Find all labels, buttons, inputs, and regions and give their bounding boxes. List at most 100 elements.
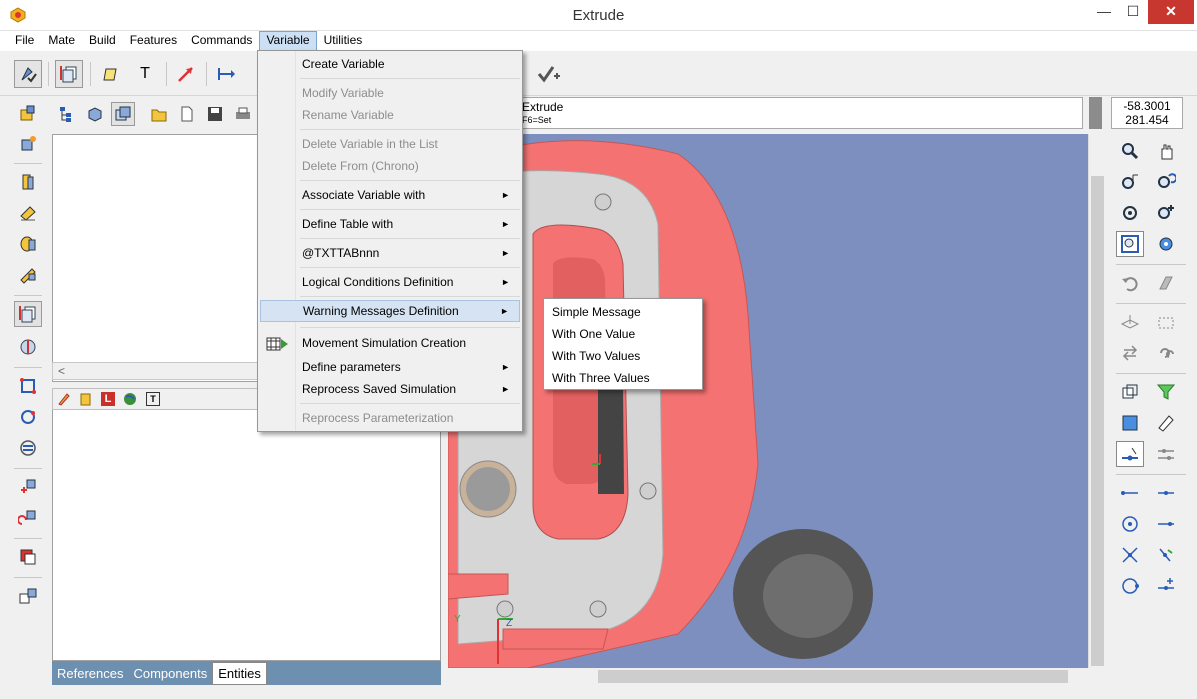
polyline-icon[interactable] [96,60,124,88]
point-select-icon[interactable] [1116,441,1144,467]
properties-panel[interactable] [52,410,441,661]
insert-part-icon[interactable] [14,131,42,157]
submenu-item-one-value[interactable]: With One Value [552,323,700,345]
zoom-previous-icon[interactable] [1152,169,1180,195]
tree-view-icon[interactable] [55,102,79,126]
menu-variable[interactable]: Variable [259,31,317,51]
part-view-icon[interactable] [83,102,107,126]
assembly-icon[interactable] [14,583,42,609]
submenu-item-three-values[interactable]: With Three Values [552,367,700,389]
globe-icon[interactable] [123,392,137,406]
snap-add-point-icon[interactable] [1152,573,1180,599]
equal-constraint-icon[interactable] [14,435,42,461]
rotate-view-icon[interactable] [1116,200,1144,226]
sketch-plane-icon[interactable] [55,60,83,88]
new-document-icon[interactable] [175,102,199,126]
menu-item-logical-conditions[interactable]: Logical Conditions Definition ► [260,271,520,293]
menu-mate[interactable]: Mate [41,31,82,51]
menu-build[interactable]: Build [82,31,123,51]
dimension-arrow-icon[interactable] [212,60,240,88]
tab-entities[interactable]: Entities [212,661,267,685]
validate-add-icon[interactable] [535,60,563,88]
zoom-in-icon[interactable] [1152,200,1180,226]
menu-item-reprocess-simulation[interactable]: Reprocess Saved Simulation ► [260,378,520,400]
boolean-icon[interactable] [14,544,42,570]
snap-midpoint-icon[interactable] [1152,480,1180,506]
submenu-item-simple-message[interactable]: Simple Message [552,301,700,323]
menu-commands[interactable]: Commands [184,31,259,51]
menu-item-txttab[interactable]: @TXTTABnnn ► [260,242,520,264]
3d-viewport[interactable]: Y Z [448,134,1088,668]
menu-item-define-parameters[interactable]: Define parameters ► [260,356,520,378]
layer-l-icon[interactable]: L [101,392,115,406]
revolve-icon[interactable] [14,231,42,257]
filter-icon[interactable] [1152,379,1180,405]
snap-tangent-icon[interactable] [1116,573,1144,599]
undo-view-icon[interactable] [1116,270,1144,296]
maximize-button[interactable]: ☐ [1119,0,1147,24]
new-part-icon[interactable] [14,100,42,126]
sketch-plane-left-icon[interactable] [14,301,42,327]
pencil-erase-icon[interactable] [1152,410,1180,436]
sweep-icon[interactable] [14,262,42,288]
tab-components[interactable]: Components [128,663,212,684]
model-render: Y Z [448,140,873,668]
pan-hand-icon[interactable] [1152,138,1180,164]
viewport-vertical-scrollbar[interactable] [1088,134,1105,668]
snap-intersection-icon[interactable] [1116,542,1144,568]
model-tree-panel[interactable] [52,134,258,382]
bounding-box-icon[interactable] [1152,309,1180,335]
snap-center-icon[interactable] [1116,511,1144,537]
extrude-icon[interactable] [14,169,42,195]
tab-references[interactable]: References [52,663,128,684]
zoom-window-icon[interactable] [1116,138,1144,164]
command-prompt: Extrude F6=Set [515,97,1083,129]
constraint-icon[interactable] [14,373,42,399]
submenu-item-two-values[interactable]: With Two Values [552,345,700,367]
minimize-button[interactable]: — [1090,0,1118,24]
work-plane-icon[interactable] [1116,309,1144,335]
menu-file[interactable]: File [8,31,41,51]
display-mode-icon[interactable] [1116,379,1144,405]
snap-endpoint-icon[interactable] [1116,480,1144,506]
menu-item-associate-variable[interactable]: Associate Variable with ► [260,184,520,206]
menu-item-warning-messages[interactable]: Warning Messages Definition ► [260,300,520,322]
menu-item-create-variable[interactable]: Create Variable [260,53,520,75]
menu-item-movement-simulation[interactable]: Movement Simulation Creation [260,332,520,354]
folder-small-icon[interactable] [79,392,93,406]
text-box-icon[interactable]: T [146,392,160,406]
select-tool-icon[interactable] [14,60,42,88]
submenu-arrow-icon: ► [501,190,510,200]
snap-perpendicular-icon[interactable] [1152,542,1180,568]
close-button[interactable]: ✕ [1148,0,1194,24]
snap-settings-icon[interactable] [1152,441,1180,467]
prompt-command: Extrude [522,100,564,114]
view-settings-icon[interactable] [1152,231,1180,257]
rotate-constraint-icon[interactable] [14,404,42,430]
tree-horizontal-scrollbar[interactable]: < [52,362,258,380]
scroll-left-arrow-icon[interactable]: < [58,364,65,378]
snap-nearest-icon[interactable] [1152,511,1180,537]
arrow-tool-icon[interactable] [172,60,200,88]
viewport-horizontal-scrollbar[interactable] [448,668,1088,685]
edit-pencil-icon[interactable] [57,392,71,406]
shade-mode-icon[interactable] [1116,410,1144,436]
save-icon[interactable] [203,102,227,126]
zoom-select-icon[interactable] [1116,169,1144,195]
hole-icon[interactable] [14,334,42,360]
open-folder-icon[interactable] [147,102,171,126]
redo-undo-icon[interactable] [1152,340,1180,366]
rotate-part-icon[interactable] [14,505,42,531]
redraw-icon[interactable] [1152,270,1180,296]
menu-features[interactable]: Features [123,31,184,51]
menu-item-define-table[interactable]: Define Table with ► [260,213,520,235]
zoom-fit-icon[interactable] [1116,231,1144,257]
swap-icon[interactable] [1116,340,1144,366]
menu-utilities[interactable]: Utilities [317,31,370,51]
cut-icon[interactable] [14,200,42,226]
prompt-resize-handle[interactable] [1089,97,1102,129]
assembly-view-icon[interactable] [111,102,135,126]
print-icon[interactable] [231,102,255,126]
text-tool-icon[interactable]: T [131,60,159,88]
move-part-icon[interactable] [14,474,42,500]
